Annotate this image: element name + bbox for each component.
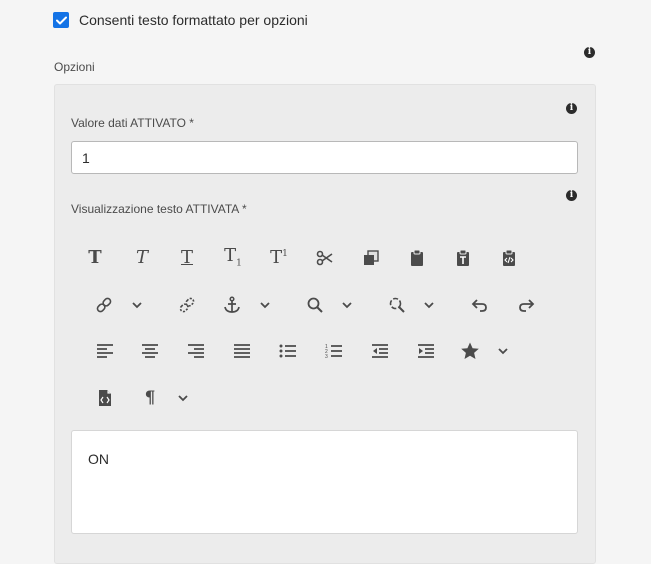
justify-icon (234, 344, 250, 358)
link-icon (96, 297, 112, 313)
superscript-button[interactable]: T1 (266, 245, 292, 271)
anchor-icon (224, 296, 240, 313)
outdent-icon (372, 344, 388, 358)
chevron-down-icon (342, 302, 352, 309)
value-input[interactable] (71, 141, 578, 174)
undo-icon (471, 299, 487, 312)
align-center-button[interactable] (137, 338, 163, 364)
anchor-dropdown[interactable] (252, 292, 278, 318)
display-field-label: Visualizzazione testo ATTIVATA * (71, 202, 247, 216)
bold-button[interactable]: T (82, 245, 108, 271)
paste-button[interactable] (404, 245, 430, 271)
superscript-icon: T1 (270, 247, 288, 268)
find-replace-icon (389, 297, 405, 313)
numbered-list-button[interactable]: 1 2 3 (321, 338, 347, 364)
svg-text:3: 3 (325, 354, 328, 359)
chevron-down-icon (132, 302, 142, 309)
redo-icon (519, 299, 535, 312)
paste-icon (411, 249, 423, 266)
rich-text-editor[interactable]: ON (71, 430, 578, 534)
underline-icon: T (180, 247, 193, 268)
find-replace-dropdown[interactable] (416, 292, 442, 318)
search-dropdown[interactable] (334, 292, 360, 318)
paste-html-button[interactable] (496, 245, 522, 271)
align-left-button[interactable] (92, 338, 118, 364)
source-edit-icon (99, 390, 111, 406)
indent-icon (418, 344, 434, 358)
underline-button[interactable]: T (174, 245, 200, 271)
checkmark-icon (55, 16, 67, 24)
search-icon (307, 297, 323, 313)
editor-content: ON (88, 451, 109, 467)
anchor-button[interactable] (219, 292, 245, 318)
cut-button[interactable] (312, 245, 338, 271)
copy-icon (364, 250, 379, 265)
paragraph-icon: ¶ (144, 387, 156, 408)
align-right-button[interactable] (183, 338, 209, 364)
star-icon (461, 342, 479, 359)
paste-text-icon (457, 249, 469, 266)
subscript-button[interactable]: T1 (220, 245, 246, 271)
align-left-icon (97, 344, 113, 358)
info-icon[interactable]: i (566, 103, 577, 114)
justify-button[interactable] (229, 338, 255, 364)
rich-text-checkbox[interactable] (53, 12, 69, 28)
subscript-icon: T1 (224, 245, 242, 269)
undo-button[interactable] (467, 292, 493, 318)
chevron-down-icon (178, 395, 188, 402)
bullet-list-icon (279, 344, 296, 358)
search-button[interactable] (302, 292, 328, 318)
value-field-label: Valore dati ATTIVATO * (71, 116, 194, 130)
chevron-down-icon (260, 302, 270, 309)
special-char-button[interactable] (457, 338, 483, 364)
bullet-list-button[interactable] (275, 338, 301, 364)
italic-icon: T (135, 247, 148, 268)
section-label-options: Opzioni (54, 60, 95, 74)
special-char-dropdown[interactable] (490, 338, 516, 364)
paragraph-format-button[interactable]: ¶ (137, 385, 163, 411)
italic-button[interactable]: T (129, 245, 155, 271)
chevron-down-icon (424, 302, 434, 309)
copy-button[interactable] (358, 245, 384, 271)
align-right-icon (188, 344, 204, 358)
find-replace-button[interactable] (384, 292, 410, 318)
outdent-button[interactable] (367, 338, 393, 364)
paste-text-button[interactable] (450, 245, 476, 271)
paste-html-icon (503, 249, 515, 266)
link-dropdown[interactable] (124, 292, 150, 318)
chevron-down-icon (498, 348, 508, 355)
redo-button[interactable] (513, 292, 539, 318)
bold-icon: T (88, 247, 102, 268)
unlink-icon (179, 297, 195, 313)
cut-icon (316, 250, 333, 266)
info-icon[interactable]: i (566, 190, 577, 201)
unlink-button[interactable] (174, 292, 200, 318)
info-icon[interactable]: i (584, 47, 595, 58)
align-center-icon (142, 344, 158, 358)
numbered-list-icon: 1 2 3 (325, 344, 342, 359)
source-edit-button[interactable] (92, 385, 118, 411)
rich-text-checkbox-label[interactable]: Consenti testo formattato per opzioni (79, 12, 308, 28)
paragraph-format-dropdown[interactable] (170, 385, 196, 411)
link-button[interactable] (91, 292, 117, 318)
indent-button[interactable] (413, 338, 439, 364)
